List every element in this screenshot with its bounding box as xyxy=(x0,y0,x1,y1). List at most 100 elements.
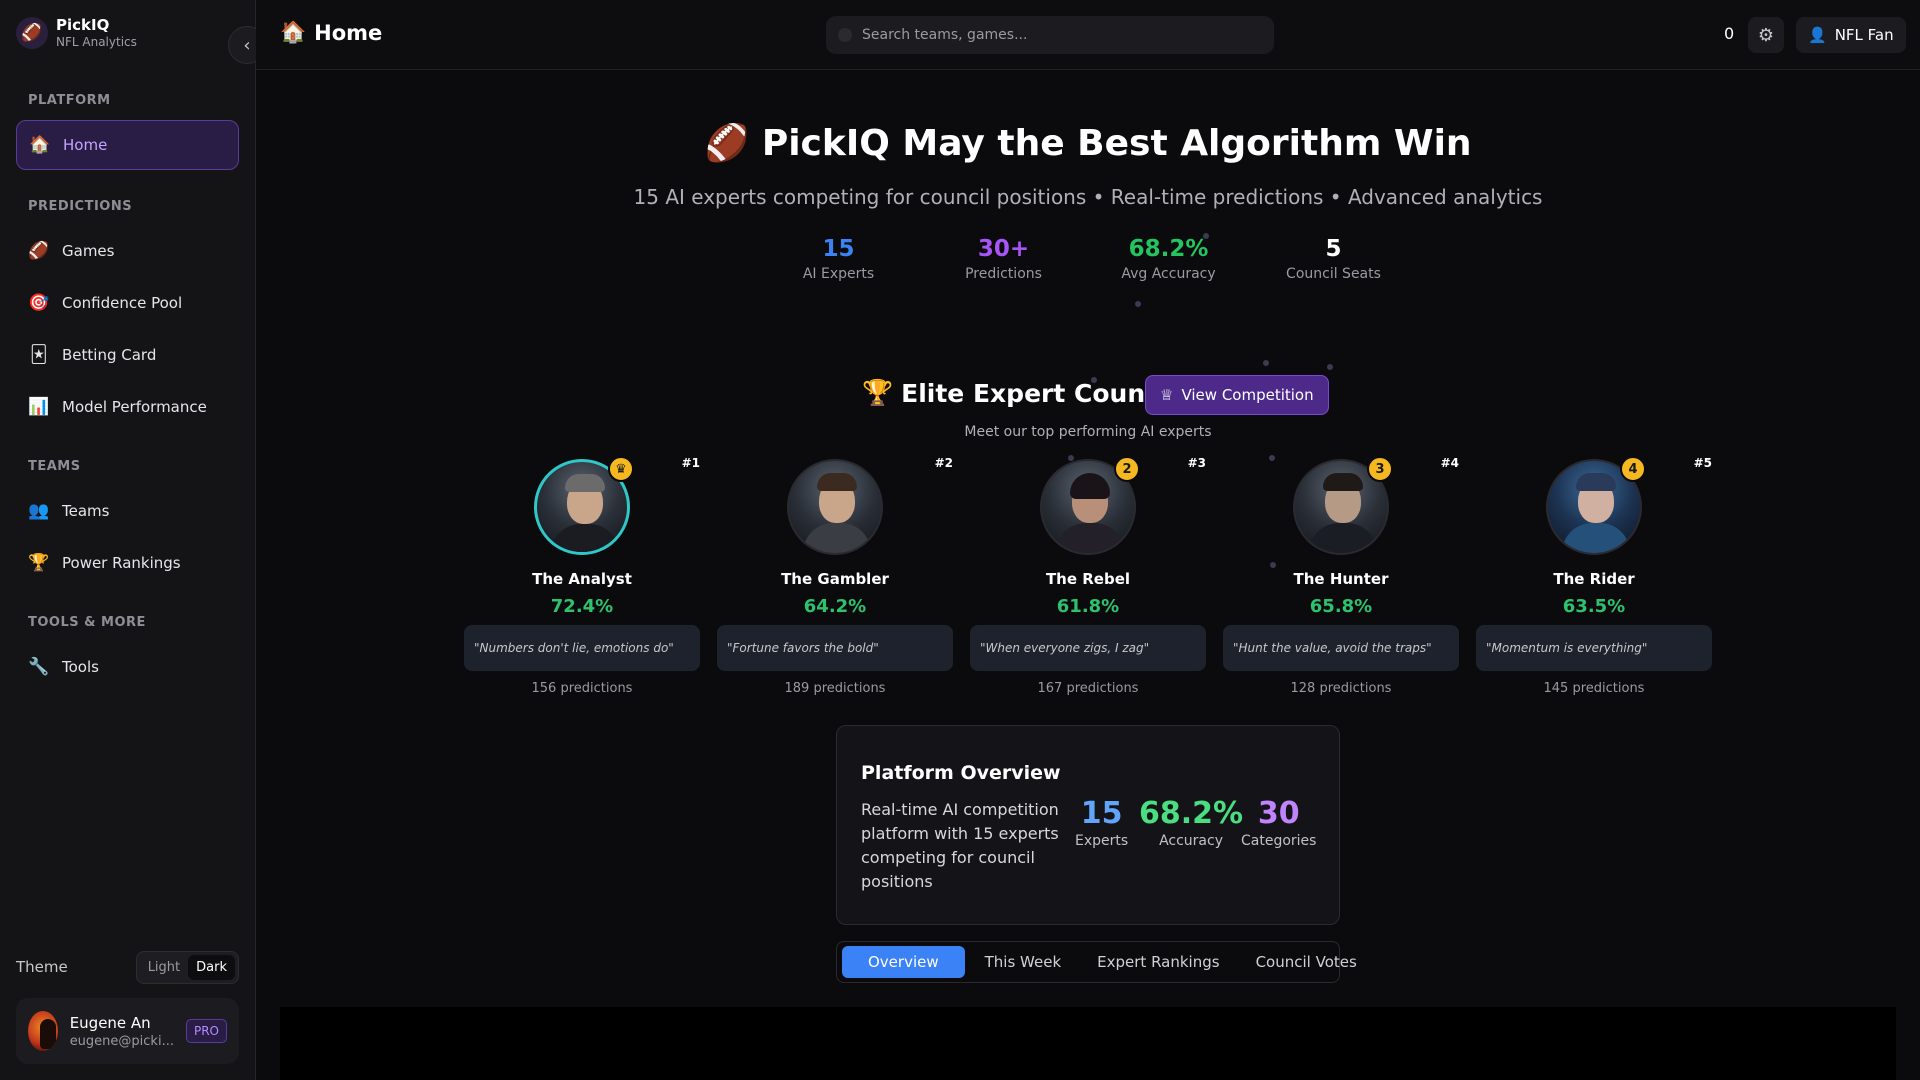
background-particle xyxy=(1203,233,1209,239)
sidebar-item-label: Betting Card xyxy=(62,346,157,364)
expert-card[interactable]: 3 #4 The Hunter 65.8% "Hunt the value, a… xyxy=(1223,456,1459,696)
expert-quote: "Momentum is everything" xyxy=(1476,625,1712,671)
expert-card[interactable]: 4 #5 The Rider 63.5% "Momentum is everyt… xyxy=(1476,456,1712,696)
search-input[interactable] xyxy=(862,27,1242,43)
tab-content-panel xyxy=(280,1007,1896,1080)
expert-quote: "Numbers don't lie, emotions do" xyxy=(464,625,700,671)
theme-light-option[interactable]: Light xyxy=(140,955,188,980)
stat-label: AI Experts xyxy=(802,266,875,282)
pro-badge: PRO xyxy=(185,1019,227,1043)
user-menu-label: NFL Fan xyxy=(1834,26,1894,44)
council-subtitle: Meet our top performing AI experts xyxy=(964,424,1212,440)
football-icon: 🏈 xyxy=(704,123,750,164)
user-icon: 👤 xyxy=(1808,26,1827,44)
tab-council-votes[interactable]: Council Votes xyxy=(1240,946,1373,978)
rank-badge: 3 xyxy=(1367,456,1393,482)
portrait-wrap: ♛ #1 xyxy=(464,456,700,562)
sidebar-item-home[interactable]: 🏠 Home xyxy=(16,120,239,170)
sidebar-item-label: Power Rankings xyxy=(62,554,181,572)
trophy-icon: ♕ xyxy=(1160,386,1174,404)
home-icon: 🏠 xyxy=(29,135,51,155)
section-platform: PLATFORM xyxy=(28,93,111,108)
portrait-wrap: #2 xyxy=(717,456,953,562)
search-icon xyxy=(838,28,852,42)
portrait-hair xyxy=(1070,473,1110,499)
expert-quote: "When everyone zigs, I zag" xyxy=(970,625,1206,671)
tab-this-week[interactable]: This Week xyxy=(969,946,1078,978)
expert-card[interactable]: 2 #3 The Rebel 61.8% "When everyone zigs… xyxy=(970,456,1206,696)
expert-quote: "Hunt the value, avoid the traps" xyxy=(1223,625,1459,671)
sidebar: 🏈 PickIQ NFL Analytics ‹ PLATFORM 🏠 Home… xyxy=(0,0,266,1080)
sidebar-item-tools[interactable]: 🔧 Tools xyxy=(16,642,239,692)
hero-title-text: PickIQ May the Best Algorithm Win xyxy=(761,123,1472,164)
section-predictions: PREDICTIONS xyxy=(28,199,133,214)
expert-accuracy: 61.8% xyxy=(1056,596,1120,617)
sidebar-item-games[interactable]: 🏈 Games xyxy=(16,226,239,276)
expert-name: The Gambler xyxy=(781,570,889,588)
expert-accuracy: 63.5% xyxy=(1562,596,1626,617)
expert-rank: #2 xyxy=(934,456,953,470)
sidebar-item-label: Teams xyxy=(62,502,110,520)
user-email: eugene@picki... xyxy=(69,1033,174,1049)
overview-description: Real-time AI competition platform with 1… xyxy=(861,800,1059,891)
stat-label: Avg Accuracy xyxy=(1121,266,1216,282)
platform-overview-card: Platform Overview Real-time AI competiti… xyxy=(836,725,1340,925)
expert-name: The Analyst xyxy=(532,570,632,588)
tab-overview[interactable]: Overview xyxy=(842,946,965,978)
chart-icon: 📊 xyxy=(28,397,50,417)
overview-stat-experts: 15 Experts xyxy=(1075,796,1128,849)
theme-label: Theme xyxy=(16,958,68,976)
crown-icon: ♛ xyxy=(608,456,634,482)
wrench-icon: 🔧 xyxy=(28,657,50,677)
stat-predictions: 30+ Predictions xyxy=(921,236,1086,282)
gear-icon: ⚙ xyxy=(1757,24,1775,46)
portrait-body xyxy=(1562,523,1630,553)
expert-prediction-count: 156 predictions xyxy=(531,681,633,696)
expert-card[interactable]: ♛ #1 The Analyst 72.4% "Numbers don't li… xyxy=(464,456,700,696)
overview-stat-value: 15 xyxy=(1080,796,1123,831)
sidebar-item-teams[interactable]: 👥 Teams xyxy=(16,486,239,536)
rank-badge: 4 xyxy=(1620,456,1646,482)
expert-rank: #5 xyxy=(1693,456,1712,470)
expert-name: The Rider xyxy=(1553,570,1635,588)
sidebar-item-betting-card[interactable]: 🃏 Betting Card xyxy=(16,330,239,380)
theme-toggle[interactable]: Light Dark xyxy=(135,950,239,984)
section-tools: TOOLS & MORE xyxy=(28,615,146,630)
stat-council-seats: 5 Council Seats xyxy=(1251,236,1416,282)
sidebar-item-power-rankings[interactable]: 🏆 Power Rankings xyxy=(16,538,239,588)
brand[interactable]: 🏈 PickIQ NFL Analytics xyxy=(16,16,137,49)
council-title-text: Elite Expert Council xyxy=(901,378,1178,408)
tab-expert-rankings[interactable]: Expert Rankings xyxy=(1081,946,1235,978)
overview-stat-accuracy: 68.2% Accuracy xyxy=(1139,796,1243,849)
theme-dark-option[interactable]: Dark xyxy=(188,954,235,980)
user-card[interactable]: Eugene An eugene@picki... PRO xyxy=(16,998,239,1064)
overview-stat-value: 30 xyxy=(1257,796,1300,831)
expert-prediction-count: 189 predictions xyxy=(784,681,886,696)
overview-stat-label: Accuracy xyxy=(1159,833,1223,849)
search-box[interactable] xyxy=(826,16,1274,54)
expert-rank: #3 xyxy=(1187,456,1206,470)
expert-accuracy: 64.2% xyxy=(803,596,867,617)
overview-tabs: Overview This Week Expert Rankings Counc… xyxy=(836,941,1357,983)
home-icon: 🏠 xyxy=(280,20,307,44)
brand-name: PickIQ xyxy=(56,16,110,34)
sidebar-item-confidence-pool[interactable]: 🎯 Confidence Pool xyxy=(16,278,239,328)
user-name: Eugene An xyxy=(69,1013,151,1032)
expert-name: The Hunter xyxy=(1293,570,1389,588)
brand-subtitle: NFL Analytics xyxy=(56,35,137,49)
expert-portrait xyxy=(787,459,883,555)
settings-button[interactable]: ⚙ xyxy=(1748,17,1784,53)
council-title: 🏆 Elite Expert Council xyxy=(862,378,1177,408)
stat-label: Council Seats xyxy=(1286,266,1381,282)
user-menu-button[interactable]: 👤 NFL Fan xyxy=(1796,17,1906,53)
page-title-text: Home xyxy=(314,20,383,45)
trophy-icon: 🏆 xyxy=(862,378,894,407)
expert-rank: #4 xyxy=(1440,456,1459,470)
background-particle xyxy=(1135,301,1141,307)
view-competition-button[interactable]: ♕ View Competition xyxy=(1145,375,1329,415)
portrait-hair xyxy=(1576,473,1616,491)
sidebar-item-model-performance[interactable]: 📊 Model Performance xyxy=(16,382,239,432)
expert-card[interactable]: #2 The Gambler 64.2% "Fortune favors the… xyxy=(717,456,953,696)
view-competition-label: View Competition xyxy=(1181,386,1314,404)
football-icon: 🏈 xyxy=(28,241,50,261)
